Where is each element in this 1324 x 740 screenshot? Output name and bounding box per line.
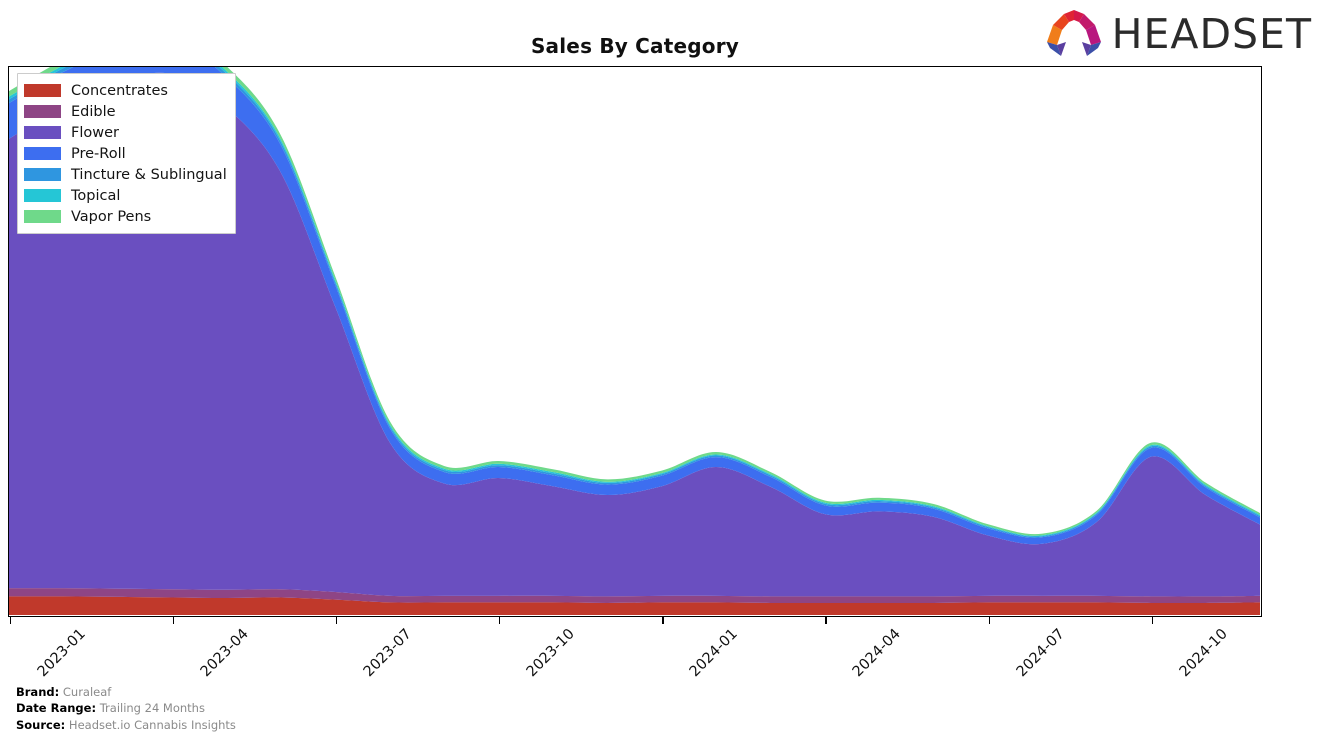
legend-label-topical: Topical (71, 187, 121, 204)
chart-legend: Concentrates Edible Flower Pre-Roll Tinc… (17, 73, 236, 234)
footer-key-source: Source: (16, 717, 66, 732)
footer-row-date-range: Date Range: Trailing 24 Months (16, 700, 236, 716)
legend-label-concentrates: Concentrates (71, 82, 168, 99)
legend-item[interactable]: Vapor Pens (24, 206, 227, 227)
footer-key-brand: Brand: (16, 685, 60, 699)
x-tick-mark (1151, 617, 1154, 624)
x-tick-mark (335, 617, 338, 624)
legend-swatch-pre-roll (24, 147, 61, 160)
x-tick-mark (9, 617, 11, 624)
headset-arch-logo-icon (1044, 8, 1104, 60)
legend-swatch-topical (24, 189, 61, 202)
x-tick-label: 2023-04 (197, 626, 252, 681)
x-tick-label: 2023-10 (523, 626, 578, 681)
x-axis: 2023-01 2023-04 2023-07 2023-10 2024-01 2024-… (8, 617, 1262, 687)
legend-item[interactable]: Topical (24, 185, 227, 206)
x-tick-label: 2024-07 (1013, 626, 1068, 681)
x-tick-mark (172, 617, 175, 624)
legend-swatch-concentrates (24, 84, 61, 97)
footer-row-source: Source: Headset.io Cannabis Insights (16, 717, 236, 733)
x-tick-label: 2024-04 (850, 626, 905, 681)
x-tick-label: 2024-10 (1176, 626, 1231, 681)
footer-value-brand: Curaleaf (62, 685, 112, 699)
footer-row-brand: Brand: Curaleaf (16, 684, 236, 700)
footer-key-date-range: Date Range: (16, 701, 97, 716)
legend-item[interactable]: Tincture & Sublingual (24, 164, 227, 185)
x-tick-mark (988, 617, 990, 624)
x-tick-mark (825, 617, 827, 624)
headset-logo: HEADSET (1044, 8, 1312, 60)
chart-footer: Brand: Curaleaf Date Range: Trailing 24 … (16, 684, 236, 733)
legend-item[interactable]: Pre-Roll (24, 143, 227, 164)
legend-label-tincture-sublingual: Tincture & Sublingual (71, 166, 227, 183)
legend-swatch-flower (24, 126, 61, 139)
legend-label-edible: Edible (71, 103, 116, 120)
x-tick-label: 2024-01 (686, 626, 742, 681)
legend-label-pre-roll: Pre-Roll (71, 145, 126, 162)
footer-value-date-range: Trailing 24 Months (99, 701, 205, 716)
x-tick-mark (499, 617, 501, 624)
legend-swatch-vapor-pens (24, 210, 61, 223)
legend-swatch-tincture-sublingual (24, 168, 61, 181)
x-tick-label: 2023-01 (34, 626, 89, 681)
legend-label-vapor-pens: Vapor Pens (71, 208, 152, 225)
legend-item[interactable]: Edible (24, 101, 227, 122)
legend-swatch-edible (24, 105, 61, 118)
legend-item[interactable]: Flower (24, 122, 227, 143)
legend-label-flower: Flower (71, 124, 119, 141)
x-tick-mark (662, 617, 664, 624)
legend-item[interactable]: Concentrates (24, 80, 227, 101)
x-tick-label: 2023-07 (360, 626, 415, 681)
headset-wordmark: HEADSET (1111, 9, 1312, 58)
chart-plot-area: Concentrates Edible Flower Pre-Roll Tinc… (8, 66, 1262, 617)
footer-value-source: Headset.io Cannabis Insights (68, 717, 236, 732)
